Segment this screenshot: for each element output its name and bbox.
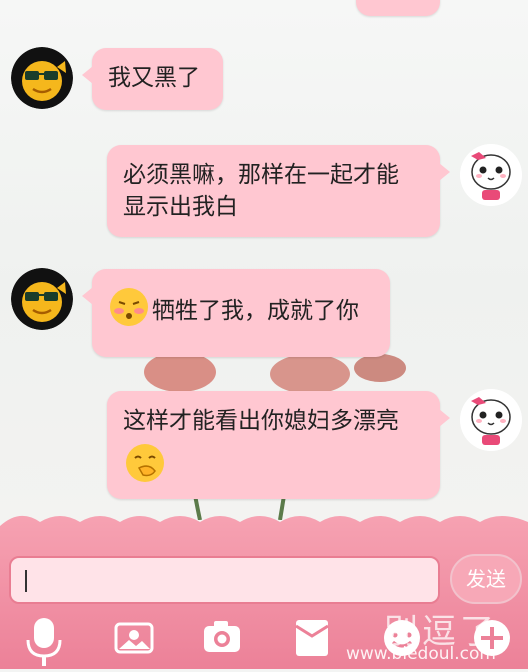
text-cursor <box>25 570 27 592</box>
self-avatar[interactable] <box>460 144 522 206</box>
sender-avatar[interactable] <box>11 47 73 109</box>
camera-icon[interactable] <box>200 616 244 660</box>
self-avatar[interactable] <box>460 389 522 451</box>
sunglasses-smiley-icon <box>11 268 73 330</box>
message-text: 我又黑了 <box>108 65 200 91</box>
message-text: 显示出我白 <box>123 194 238 220</box>
previous-message-bubble <box>356 0 440 16</box>
cartoon-girl-icon <box>460 389 522 451</box>
message-bubble[interactable]: 我又黑了 <box>82 48 223 110</box>
plus-icon[interactable] <box>470 616 514 660</box>
message-text: 必须黑嘛，那样在一起才能 <box>123 162 399 188</box>
send-button[interactable]: 发送 <box>450 554 522 604</box>
input-bar: 发送 <box>0 508 528 669</box>
message-bubble[interactable]: 牺牲了我，成就了你 <box>82 269 390 357</box>
message-text: 这样才能看出你媳妇多漂亮 <box>123 408 399 434</box>
toolbar <box>0 608 528 669</box>
sunglasses-smiley-icon <box>11 47 73 109</box>
sender-avatar[interactable] <box>11 268 73 330</box>
emoji-icon[interactable] <box>380 616 424 660</box>
card-icon[interactable] <box>290 616 334 660</box>
photo-icon[interactable] <box>112 616 156 660</box>
blushing-face-icon <box>110 287 148 326</box>
message-input[interactable] <box>9 556 440 604</box>
chat-area: 我又黑了 必须黑嘛，那样在一起才能 显示出我白 牺牲了我，成就了你 这样才能看出… <box>0 0 528 520</box>
message-bubble[interactable]: 必须黑嘛，那样在一起才能 显示出我白 <box>107 145 450 237</box>
message-text: 牺牲了我，成就了你 <box>152 298 359 324</box>
hand-over-mouth-face-icon <box>126 444 164 482</box>
cartoon-girl-icon <box>460 144 522 206</box>
message-bubble[interactable]: 这样才能看出你媳妇多漂亮 <box>107 391 450 499</box>
microphone-icon[interactable] <box>22 616 66 666</box>
